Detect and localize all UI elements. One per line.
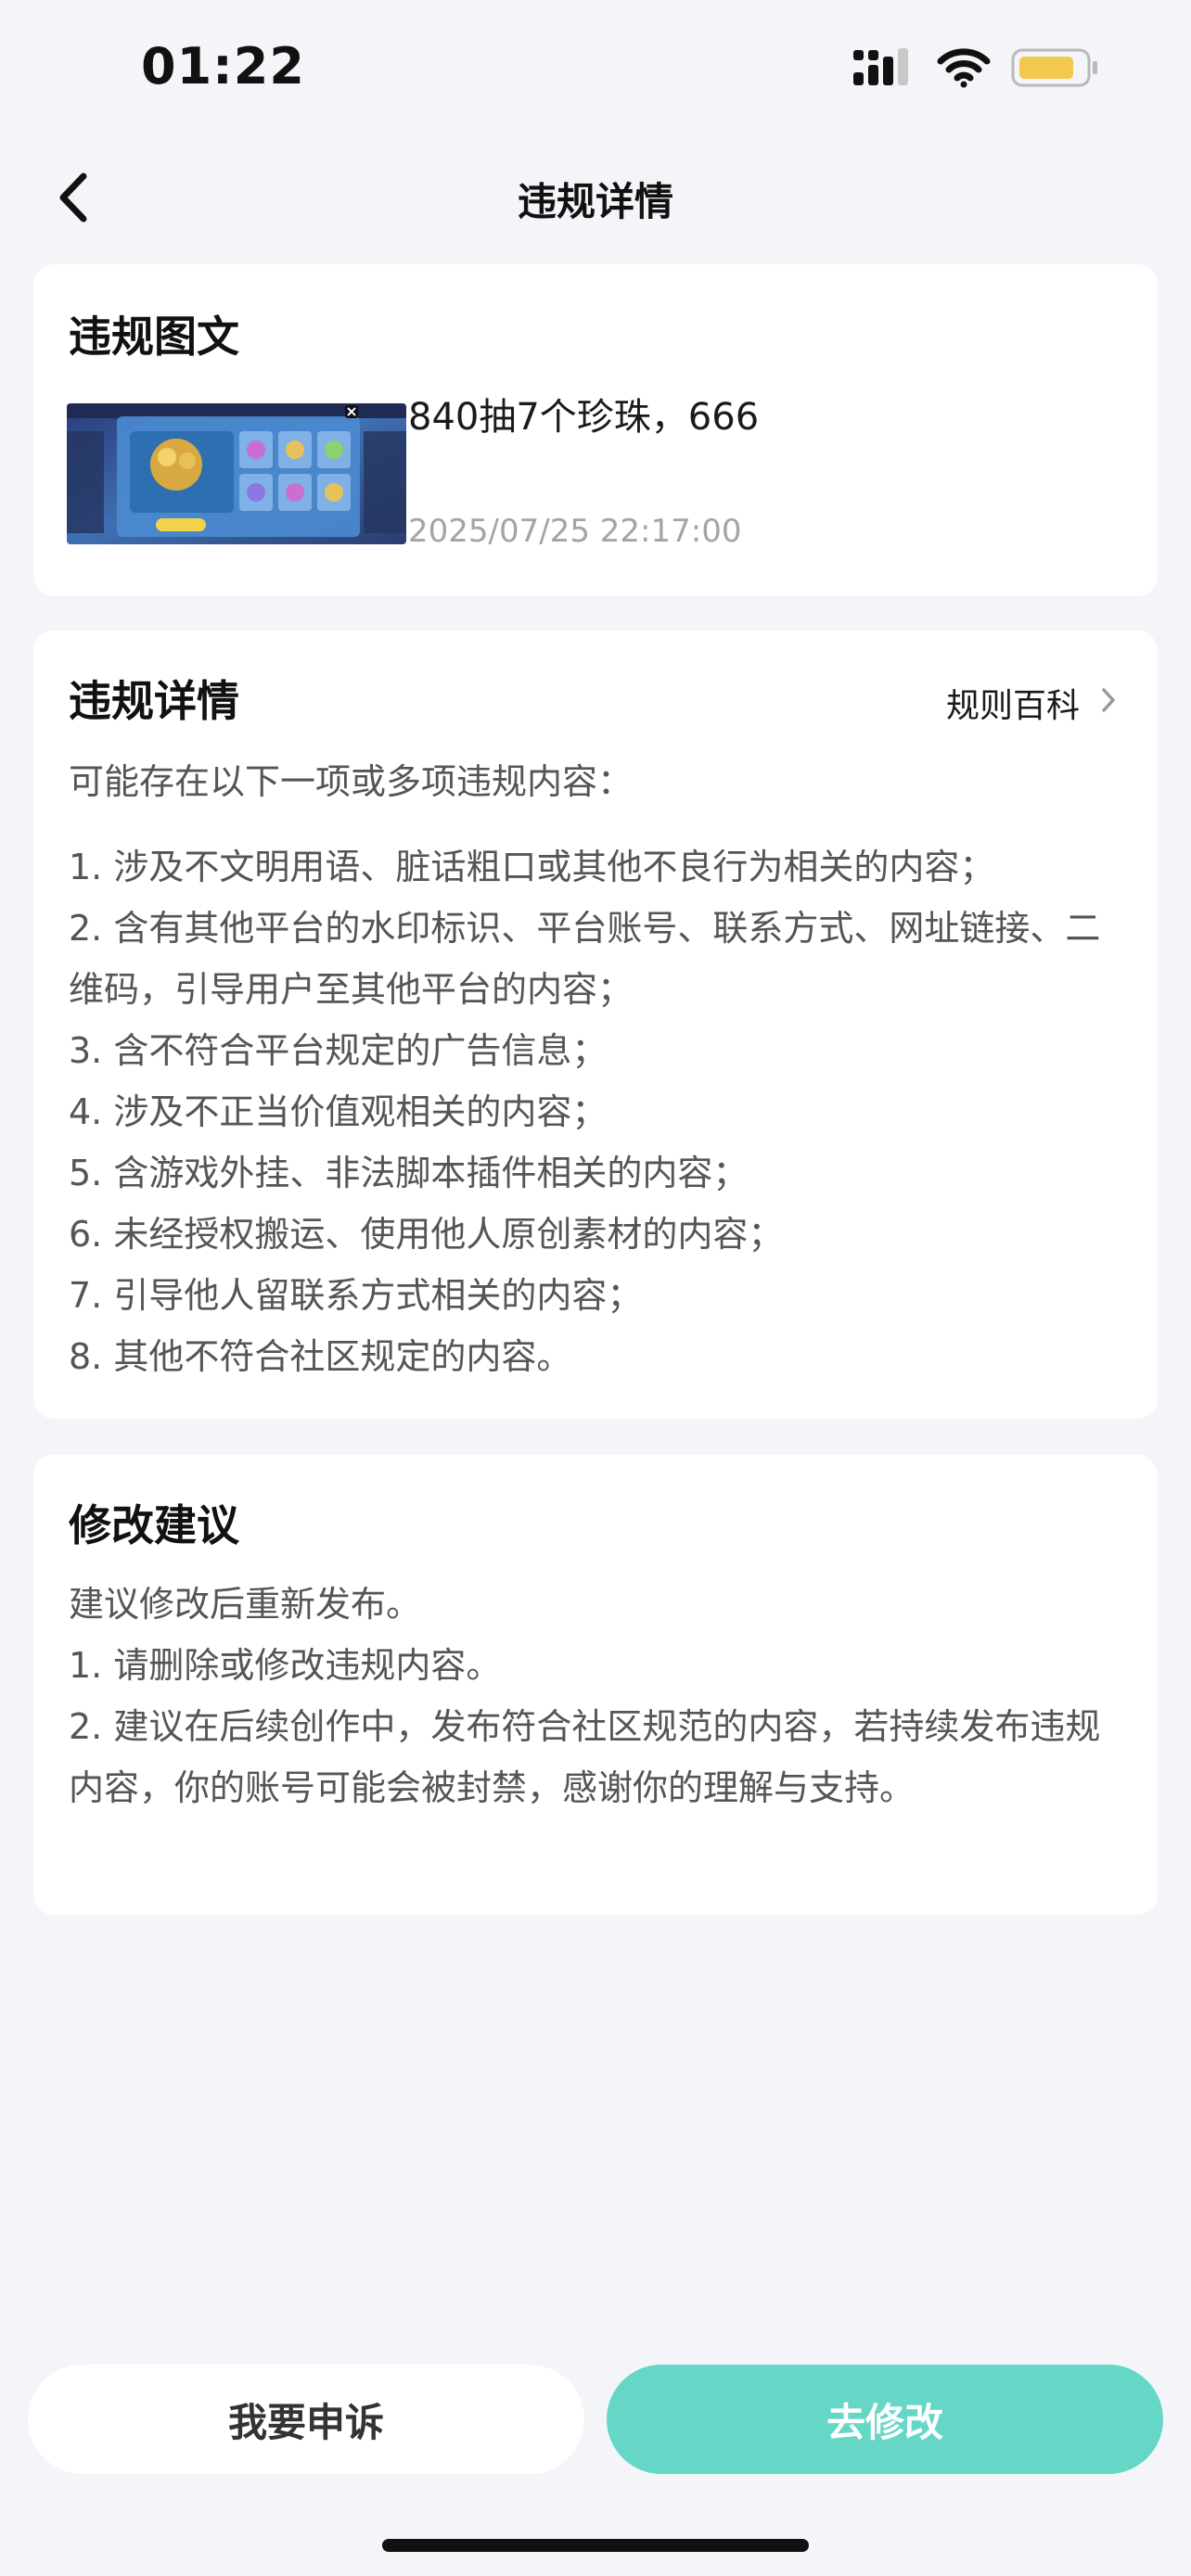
list-item: 7. 引导他人留联系方式相关的内容； [69, 1275, 643, 1316]
chevron-right-icon [1100, 684, 1117, 722]
card-title: 违规图文 [69, 312, 239, 362]
list-item: 5. 含游戏外挂、非法脚本插件相关的内容； [69, 1153, 749, 1193]
list-item: 2. 含有其他平台的水印标识、平台账号、联系方式、网址链接、二维码，引导用户至其… [69, 908, 1101, 1010]
list-item: 2. 建议在后续创作中，发布符合社区规范的内容，若持续发布违规内容，你的账号可能… [69, 1706, 1101, 1808]
nav-bar: 违规详情 [0, 148, 1191, 250]
list-item: 1. 请删除或修改违规内容。 [69, 1645, 502, 1686]
wifi-icon [937, 47, 991, 92]
post-thumbnail[interactable] [67, 403, 406, 544]
list-item: 建议修改后重新发布。 [69, 1584, 422, 1625]
intro-text: 可能存在以下一项或多项违规内容： [69, 761, 634, 802]
card-title: 违规详情 [69, 676, 239, 726]
status-bar: 01:22 [0, 0, 1191, 139]
list-item: 1. 涉及不文明用语、脏话粗口或其他不良行为相关的内容； [69, 847, 995, 887]
violation-list: 1. 涉及不文明用语、脏话粗口或其他不良行为相关的内容； 2. 含有其他平台的水… [69, 836, 1135, 1387]
list-item: 8. 其他不符合社区规定的内容。 [69, 1336, 572, 1377]
suggestion-list: 建议修改后重新发布。 1. 请删除或修改违规内容。 2. 建议在后续创作中，发布… [69, 1574, 1135, 1818]
signal-icon [853, 46, 916, 93]
post-title: 840抽7个珍珠，666 [408, 396, 760, 439]
list-item: 6. 未经授权搬运、使用他人原创素材的内容； [69, 1214, 784, 1255]
modify-button[interactable]: 去修改 [607, 2365, 1163, 2474]
status-time: 01:22 [141, 37, 305, 96]
list-item: 4. 涉及不正当价值观相关的内容； [69, 1091, 608, 1132]
suggestion-card: 修改建议 建议修改后重新发布。 1. 请删除或修改违规内容。 2. 建议在后续创… [33, 1455, 1158, 1915]
status-icons [853, 46, 1100, 93]
post-time: 2025/07/25 22:17:00 [408, 513, 742, 550]
appeal-button[interactable]: 我要申诉 [28, 2365, 584, 2474]
violation-detail-card: 违规详情 规则百科 可能存在以下一项或多项违规内容： 1. 涉及不文明用语、脏话… [33, 631, 1158, 1419]
violation-post-card: 违规图文 840抽7个珍珠，666 2025/07/25 22:17:00 [33, 264, 1158, 596]
rules-link-label: 规则百科 [945, 687, 1080, 725]
list-item: 3. 含不符合平台规定的广告信息； [69, 1030, 608, 1071]
rules-encyclopedia-link[interactable]: 规则百科 [946, 679, 1117, 727]
home-indicator [382, 2539, 809, 2552]
battery-icon [1011, 46, 1100, 93]
page-title: 违规详情 [517, 179, 673, 224]
card-title: 修改建议 [69, 1500, 239, 1550]
